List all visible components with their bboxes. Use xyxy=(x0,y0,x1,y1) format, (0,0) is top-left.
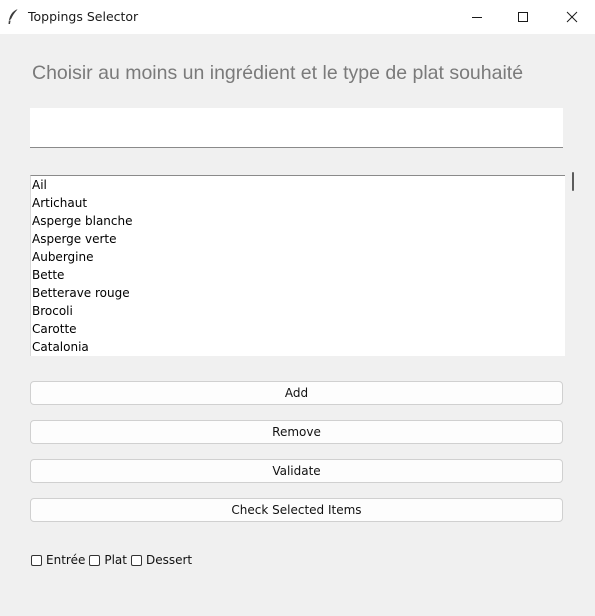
minimize-icon xyxy=(472,17,482,18)
listbox-scrollbar[interactable] xyxy=(570,172,576,357)
close-button[interactable] xyxy=(549,0,595,34)
instruction-heading: Choisir au moins un ingrédient et le typ… xyxy=(32,62,524,84)
list-item[interactable]: Catalonia xyxy=(31,338,565,356)
close-icon xyxy=(566,11,578,23)
checkbox-entree[interactable]: Entrée xyxy=(31,553,85,567)
list-item[interactable]: Aubergine xyxy=(31,248,565,266)
app-window: Toppings Selector Choisir au moins un in… xyxy=(0,0,595,616)
list-item[interactable]: Brocoli xyxy=(31,302,565,320)
validate-button[interactable]: Validate xyxy=(30,459,563,483)
checkbox-label: Entrée xyxy=(46,553,86,567)
feather-icon xyxy=(6,8,20,26)
ingredient-search-input[interactable] xyxy=(30,108,563,148)
checkbox-box[interactable] xyxy=(130,554,142,566)
dish-type-checkboxes: Entrée Plat Dessert xyxy=(31,551,196,569)
list-item[interactable]: Artichaut xyxy=(31,194,565,212)
checkbox-box[interactable] xyxy=(31,554,42,566)
scrollbar-thumb[interactable] xyxy=(572,172,574,191)
list-item[interactable]: Bette xyxy=(31,266,565,284)
checkbox-dessert[interactable]: Dessert xyxy=(130,553,193,567)
list-item[interactable]: Asperge blanche xyxy=(31,212,565,230)
checkbox-label: Dessert xyxy=(145,553,193,567)
list-item[interactable]: Asperge verte xyxy=(31,230,565,248)
maximize-button[interactable] xyxy=(500,0,546,34)
window-title: Toppings Selector xyxy=(28,9,139,24)
title-bar[interactable]: Toppings Selector xyxy=(0,0,595,34)
ingredient-listbox[interactable]: Ail Artichaut Asperge blanche Asperge ve… xyxy=(30,175,565,356)
maximize-icon xyxy=(518,12,528,22)
checkbox-plat[interactable]: Plat xyxy=(89,553,127,567)
minimize-button[interactable] xyxy=(454,0,500,34)
list-item[interactable]: Carotte xyxy=(31,320,565,338)
check-selected-items-button[interactable]: Check Selected Items xyxy=(30,498,563,522)
checkbox-label: Plat xyxy=(104,553,127,567)
list-item[interactable]: Ail xyxy=(31,176,565,194)
add-button[interactable]: Add xyxy=(30,381,563,405)
checkbox-box[interactable] xyxy=(89,554,101,566)
remove-button[interactable]: Remove xyxy=(30,420,563,444)
list-item[interactable]: Betterave rouge xyxy=(31,284,565,302)
